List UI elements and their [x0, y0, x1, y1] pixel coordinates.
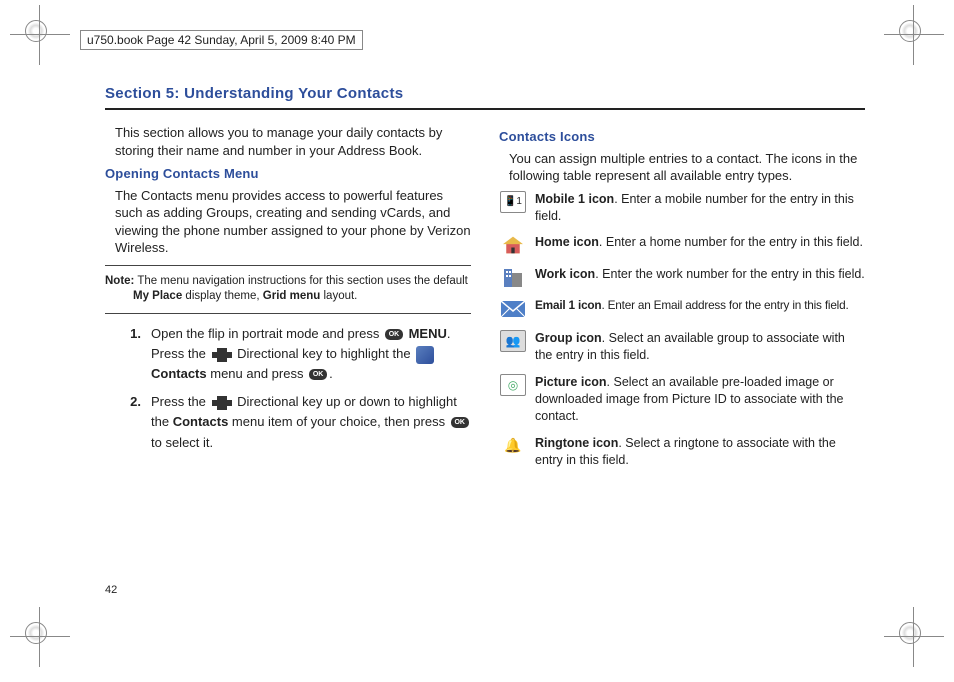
picture-icon: [500, 374, 526, 396]
step-2-num: 2.: [115, 392, 151, 452]
section-intro: This section allows you to manage your d…: [105, 124, 471, 159]
page-number: 42: [105, 584, 117, 596]
left-column: This section allows you to manage your d…: [105, 124, 471, 479]
icon-row-mobile: 📱1 Mobile 1 icon. Enter a mobile number …: [499, 191, 865, 225]
note-gridmenu: Grid menu: [263, 290, 321, 302]
step-2: 2. Press the Directional key up or down …: [115, 392, 471, 452]
note-text-e: layout.: [320, 290, 357, 302]
step-1: 1. Open the flip in portrait mode and pr…: [115, 324, 471, 384]
opening-contacts-body: The Contacts menu provides access to pow…: [105, 187, 471, 257]
dpad-icon: [212, 396, 232, 410]
icon-row-home: Home icon. Enter a home number for the e…: [499, 234, 865, 256]
note-rule-top: [105, 265, 471, 266]
note-text-a: The menu navigation instructions for thi…: [134, 275, 467, 287]
ok-icon: OK: [309, 369, 327, 380]
step-1-num: 1.: [115, 324, 151, 384]
page-content: Section 5: Understanding Your Contacts T…: [105, 85, 865, 479]
dpad-icon: [212, 348, 232, 362]
header-stamp: u750.book Page 42 Sunday, April 5, 2009 …: [80, 30, 363, 50]
mobile-icon: 📱1: [500, 191, 526, 213]
right-column: Contacts Icons You can assign multiple e…: [499, 124, 865, 479]
contacts-app-icon: [416, 346, 434, 364]
work-icon: [502, 267, 524, 287]
icon-row-email: Email 1 icon. Enter an Email address for…: [499, 298, 865, 320]
contacts-icons-intro: You can assign multiple entries to a con…: [499, 150, 865, 185]
ok-icon: OK: [385, 329, 403, 340]
icon-row-picture: Picture icon. Select an available pre-lo…: [499, 374, 865, 425]
note-text-c: display theme,: [182, 290, 263, 302]
note-label: Note:: [105, 275, 134, 287]
step-list: 1. Open the flip in portrait mode and pr…: [105, 324, 471, 453]
contacts-icons-heading: Contacts Icons: [499, 128, 865, 146]
step-2-text: Press the Directional key up or down to …: [151, 392, 471, 452]
step-1-text: Open the flip in portrait mode and press…: [151, 324, 471, 384]
ok-icon: OK: [451, 417, 469, 428]
note-rule-bottom: [105, 313, 471, 314]
group-icon: [500, 330, 526, 352]
note-block: Note: The menu navigation instructions f…: [105, 274, 471, 305]
icon-row-group: Group icon. Select an available group to…: [499, 330, 865, 364]
home-icon: [503, 236, 523, 254]
title-rule: [105, 108, 865, 110]
ringtone-icon: [501, 436, 525, 456]
icon-row-work: Work icon. Enter the work number for the…: [499, 266, 865, 288]
icon-row-ringtone: Ringtone icon. Select a ringtone to asso…: [499, 435, 865, 469]
section-title: Section 5: Understanding Your Contacts: [105, 85, 865, 102]
note-myplace: My Place: [133, 290, 182, 302]
email-icon: [501, 301, 525, 317]
opening-contacts-heading: Opening Contacts Menu: [105, 165, 471, 183]
